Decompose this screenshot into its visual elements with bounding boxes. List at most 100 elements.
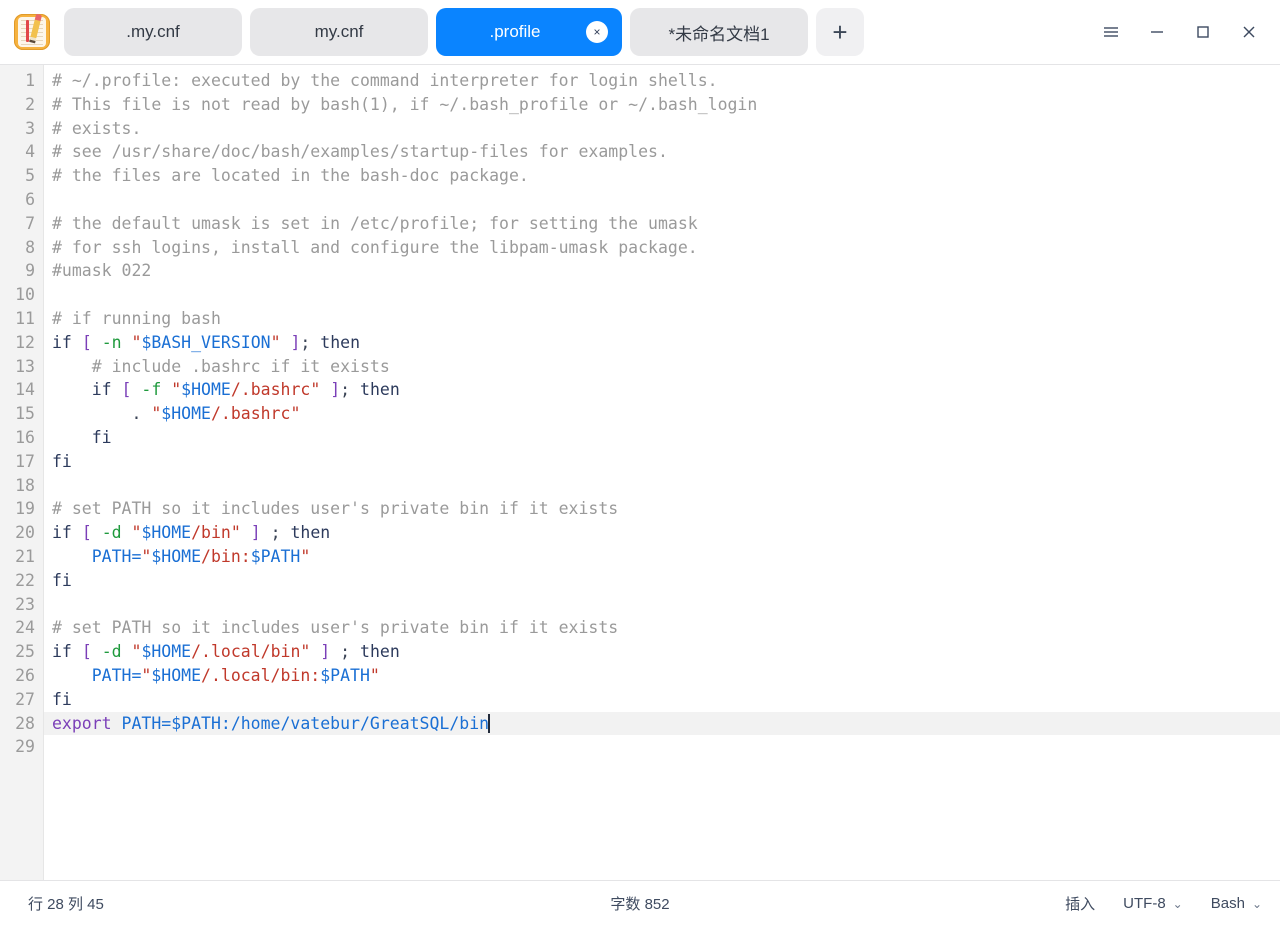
- language-label: Bash: [1210, 895, 1245, 912]
- line-number: 17: [15, 451, 35, 471]
- code-token: [: [81, 523, 92, 543]
- code-token: ;: [300, 332, 321, 352]
- code-token: -n: [101, 332, 122, 352]
- code-token: ": [310, 380, 321, 400]
- line-number: 15: [15, 404, 35, 424]
- code-token: ": [369, 665, 380, 685]
- code-token: /bin:: [201, 546, 251, 566]
- code-token: /.local/bin:: [201, 665, 321, 685]
- line-number: 10: [15, 285, 35, 305]
- code-line[interactable]: . "$HOME/.bashrc": [44, 402, 1280, 426]
- code-line[interactable]: # the files are located in the bash-doc …: [44, 164, 1280, 188]
- code-line[interactable]: if [ -f "$HOME/.bashrc" ]; then: [44, 378, 1280, 402]
- code-line[interactable]: # include .bashrc if it exists: [44, 355, 1280, 379]
- close-icon[interactable]: [1226, 9, 1272, 55]
- text-cursor: [488, 713, 490, 733]
- maximize-icon[interactable]: [1180, 9, 1226, 55]
- code-token: -f: [141, 380, 162, 400]
- code-token: ]: [320, 642, 331, 662]
- tab-active[interactable]: .profile ×: [436, 8, 622, 56]
- code-text-area[interactable]: # ~/.profile: executed by the command in…: [44, 65, 1280, 880]
- code-line[interactable]: [44, 283, 1280, 307]
- code-token: -d: [101, 642, 122, 662]
- code-line[interactable]: [44, 735, 1280, 759]
- language-selector[interactable]: Bash ⌄: [1211, 895, 1262, 912]
- tab-label: .profile: [489, 22, 541, 41]
- notepad-window: .my.cnf my.cnf .profile × *未命名文档1 + 1 2 …: [0, 0, 1280, 926]
- cursor-position: 行 28 列 45: [28, 896, 104, 913]
- word-count: 字数 852: [610, 896, 670, 913]
- code-token: ": [300, 546, 311, 566]
- minimize-icon[interactable]: [1134, 9, 1180, 55]
- app-logo-icon: [10, 10, 54, 54]
- code-line[interactable]: # set PATH so it includes user's private…: [44, 497, 1280, 521]
- tab-item[interactable]: .my.cnf: [64, 8, 242, 56]
- tab-label: .my.cnf: [126, 22, 180, 41]
- code-token: # include .bashrc if it exists: [52, 356, 390, 376]
- code-line[interactable]: # see /usr/share/doc/bash/examples/start…: [44, 140, 1280, 164]
- logo-margin-line: [26, 20, 29, 42]
- code-line[interactable]: if [ -n "$BASH_VERSION" ]; then: [44, 331, 1280, 355]
- code-line[interactable]: [44, 593, 1280, 617]
- code-line[interactable]: # ~/.profile: executed by the command in…: [44, 69, 1280, 93]
- code-line[interactable]: PATH="$HOME/bin:$PATH": [44, 545, 1280, 569]
- line-number: 24: [15, 618, 35, 638]
- code-line[interactable]: # set PATH so it includes user's private…: [44, 616, 1280, 640]
- code-token: ": [300, 642, 311, 662]
- code-line[interactable]: [44, 474, 1280, 498]
- code-line[interactable]: #umask 022: [44, 259, 1280, 283]
- code-token: then: [360, 642, 400, 662]
- tab-item[interactable]: my.cnf: [250, 8, 428, 56]
- code-token: fi: [52, 427, 112, 447]
- code-token: ": [230, 523, 241, 543]
- tab-label: my.cnf: [314, 22, 364, 41]
- code-line[interactable]: export PATH=$PATH:/home/vatebur/GreatSQL…: [44, 711, 1280, 736]
- tab-close-icon[interactable]: ×: [586, 21, 608, 43]
- code-line[interactable]: fi: [44, 569, 1280, 593]
- code-token: if: [52, 380, 122, 400]
- line-number: 27: [15, 689, 35, 709]
- encoding-selector[interactable]: UTF-8 ⌄: [1123, 895, 1183, 912]
- code-token: # set PATH so it includes user's private…: [52, 618, 619, 638]
- code-token: ": [131, 642, 142, 662]
- line-number: 1: [25, 71, 35, 90]
- code-token: ": [171, 380, 182, 400]
- code-token: # the files are located in the bash-doc …: [52, 166, 529, 186]
- line-number: 7: [25, 213, 35, 233]
- line-number: 23: [15, 594, 35, 614]
- tab-item[interactable]: *未命名文档1: [630, 8, 808, 56]
- code-token: PATH=: [52, 546, 142, 566]
- code-line[interactable]: # This file is not read by bash(1), if ~…: [44, 93, 1280, 117]
- title-bar: .my.cnf my.cnf .profile × *未命名文档1 +: [0, 0, 1280, 64]
- encoding-label: UTF-8: [1123, 895, 1166, 912]
- code-line[interactable]: [44, 188, 1280, 212]
- code-line[interactable]: fi: [44, 426, 1280, 450]
- code-line[interactable]: if [ -d "$HOME/.local/bin" ] ; then: [44, 640, 1280, 664]
- editor-area[interactable]: 1 2 3 4 5 6 7 8 9 10 11 12 13 14 15 16 17 18 19 20 21 22 23 24 2…: [0, 64, 1280, 880]
- line-number-gutter: 1 2 3 4 5 6 7 8 9 10 11 12 13 14 15 16 17 18 19 20 21 22 23 24 2…: [0, 65, 44, 880]
- line-number: 29: [15, 737, 35, 757]
- new-tab-button[interactable]: +: [816, 8, 864, 56]
- hamburger-menu-icon[interactable]: [1088, 9, 1134, 55]
- code-line[interactable]: fi: [44, 450, 1280, 474]
- code-token: [: [81, 642, 92, 662]
- insert-mode-label: 插入: [1065, 896, 1096, 913]
- code-line[interactable]: # the default umask is set in /etc/profi…: [44, 212, 1280, 236]
- line-number: 8: [25, 237, 35, 257]
- code-token: $HOME: [181, 380, 231, 400]
- code-token: then: [320, 332, 361, 352]
- code-token: # see /usr/share/doc/bash/examples/start…: [52, 142, 668, 162]
- insert-mode-indicator[interactable]: 插入: [1065, 893, 1095, 914]
- code-line[interactable]: # for ssh logins, install and configure …: [44, 236, 1280, 260]
- status-right-group: 插入 UTF-8 ⌄ Bash ⌄: [1065, 893, 1262, 914]
- code-line[interactable]: # exists.: [44, 117, 1280, 141]
- code-line[interactable]: fi: [44, 688, 1280, 712]
- line-number: 2: [25, 94, 35, 114]
- code-line[interactable]: if [ -d "$HOME/bin" ] ; then: [44, 521, 1280, 545]
- code-token: then: [360, 380, 400, 400]
- code-line[interactable]: PATH="$HOME/.local/bin:$PATH": [44, 664, 1280, 688]
- code-line[interactable]: # if running bash: [44, 307, 1280, 331]
